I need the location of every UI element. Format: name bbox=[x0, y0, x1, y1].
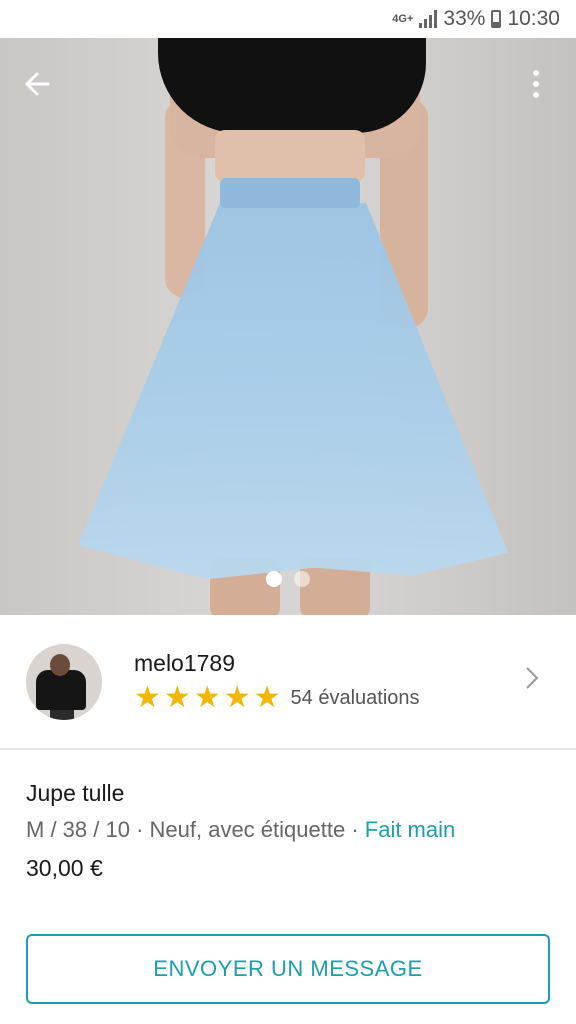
image-midriff bbox=[215, 130, 365, 182]
star-icon: ★ bbox=[163, 681, 191, 714]
gallery-pagination bbox=[0, 571, 576, 587]
star-icon: ★ bbox=[223, 681, 251, 714]
pagination-dot-active[interactable] bbox=[266, 571, 282, 587]
battery-percent: 33% bbox=[443, 7, 486, 30]
star-icon: ★ bbox=[193, 681, 221, 714]
back-arrow-icon[interactable] bbox=[18, 66, 58, 102]
seller-rating: ★ ★ ★ ★ ★ 54 évaluations bbox=[134, 683, 512, 713]
clock: 10:30 bbox=[507, 7, 560, 30]
image-top bbox=[158, 38, 426, 133]
item-price: 30,00 € bbox=[26, 855, 103, 881]
pagination-dot[interactable] bbox=[294, 571, 310, 587]
image-waistband bbox=[220, 178, 360, 208]
seller-info: melo1789 ★ ★ ★ ★ ★ 54 évaluations bbox=[134, 650, 512, 713]
item-tag-handmade[interactable]: Fait main bbox=[365, 817, 455, 842]
meta-separator: · bbox=[129, 817, 150, 842]
more-options-icon[interactable] bbox=[516, 64, 556, 104]
send-message-button[interactable]: ENVOYER UN MESSAGE bbox=[26, 934, 550, 1004]
item-title: Jupe tulle bbox=[26, 780, 125, 806]
signal-icon bbox=[419, 10, 438, 28]
image-skirt bbox=[78, 203, 508, 580]
item-meta: M / 38 / 10 · Neuf, avec étiquette · Fai… bbox=[26, 817, 556, 843]
item-details: Jupe tulle M / 38 / 10 · Neuf, avec étiq… bbox=[26, 780, 556, 882]
reviews-count: 54 évaluations bbox=[290, 686, 420, 709]
status-bar: 4G+ 33% 10:30 bbox=[0, 0, 576, 38]
seller-row[interactable]: melo1789 ★ ★ ★ ★ ★ 54 évaluations bbox=[0, 615, 576, 750]
meta-separator: · bbox=[345, 817, 365, 842]
star-icon: ★ bbox=[253, 681, 281, 714]
item-size: M / 38 / 10 bbox=[26, 817, 130, 842]
product-image[interactable] bbox=[0, 38, 576, 615]
network-indicator: 4G+ bbox=[392, 13, 414, 25]
chevron-right-icon bbox=[512, 664, 552, 700]
star-icon: ★ bbox=[134, 681, 161, 714]
avatar bbox=[26, 643, 102, 720]
battery-icon bbox=[491, 10, 502, 28]
seller-username: melo1789 bbox=[134, 650, 236, 676]
rating-stars: ★ ★ ★ ★ ★ bbox=[134, 683, 281, 713]
item-condition: Neuf, avec étiquette bbox=[149, 817, 346, 842]
